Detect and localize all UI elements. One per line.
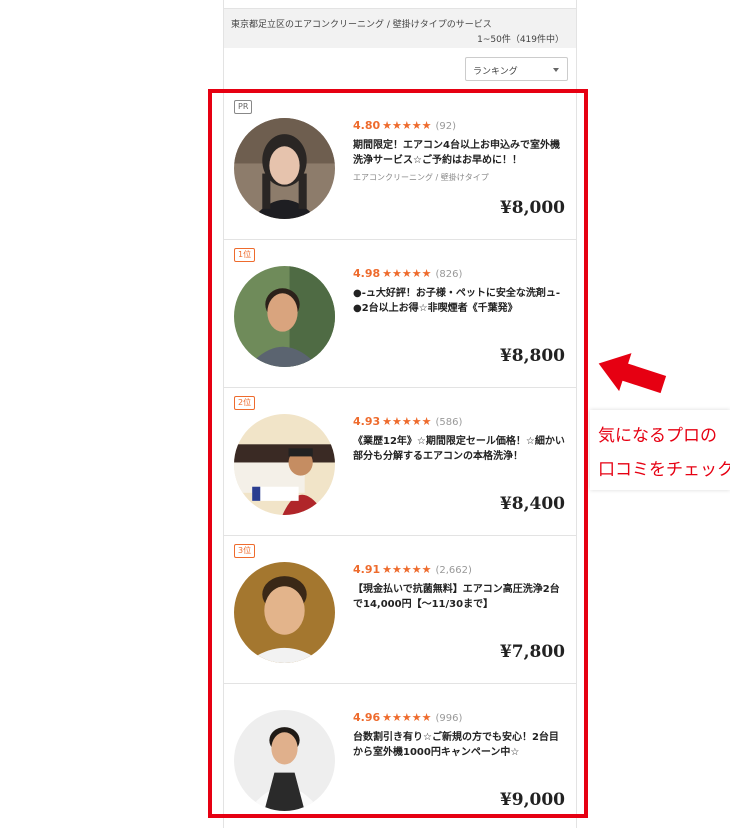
top-divider: [224, 0, 576, 9]
sort-select[interactable]: ランキング: [465, 57, 568, 81]
result-count: 1~50件（419件中）: [477, 35, 564, 45]
sort-select-label: ランキング: [473, 67, 518, 77]
results-info-bar: 東京都足立区のエアコンクリーニング / 壁掛けタイプのサービス 1~50件（41…: [224, 9, 576, 48]
annotation-callout: 気になるプロの 口コミをチェック: [590, 410, 730, 490]
arrow-left-icon: [598, 353, 667, 394]
highlight-frame: [208, 89, 588, 818]
breadcrumb: 東京都足立区のエアコンクリーニング / 壁掛けタイプのサービス: [231, 20, 492, 30]
annotation-line-1: 気になるプロの: [598, 426, 717, 446]
page: 東京都足立区のエアコンクリーニング / 壁掛けタイプのサービス 1~50件（41…: [0, 0, 730, 828]
annotation-line-2: 口コミをチェック: [598, 460, 730, 480]
chevron-down-icon: [553, 68, 559, 72]
